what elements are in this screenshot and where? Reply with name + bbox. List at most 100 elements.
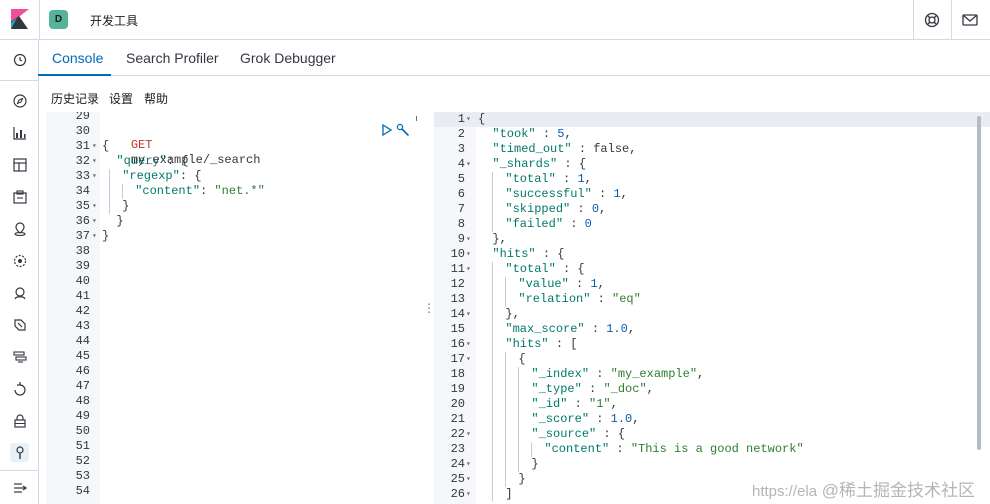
line-number: 33 [75,169,90,183]
response-scrollbar[interactable] [977,116,981,450]
help-icon[interactable] [923,11,941,29]
fold-toggle-icon[interactable]: ▾ [466,232,471,247]
line-number: 48 [75,394,90,408]
tab-console[interactable]: Console [52,50,103,66]
recent-clock-icon[interactable] [10,50,29,69]
page-title: 开发工具 [90,14,139,28]
line-number: 52 [75,454,90,468]
fold-toggle-icon[interactable]: ▾ [466,427,471,442]
menu-history[interactable]: 历史记录 [51,90,99,107]
response-code-line: ] [478,487,513,502]
request-code-line: } [102,199,129,214]
response-code-line: "value" : 1, [478,277,605,292]
security-lock-icon[interactable] [10,411,29,430]
line-number: 20 [450,397,465,411]
visualize-chart-icon[interactable] [10,123,29,142]
menu-help[interactable]: 帮助 [144,90,168,107]
line-number: 22 [450,427,465,441]
fold-toggle-icon[interactable]: ▾ [92,169,97,184]
run-request-play-icon[interactable] [382,124,392,136]
collapse-menu-icon[interactable] [10,478,29,497]
line-number: 45 [75,349,90,363]
response-code-line: }, [492,232,507,246]
canvas-icon[interactable] [10,187,29,206]
fold-toggle-icon[interactable]: ▾ [466,307,471,322]
line-number: 54 [75,484,90,498]
kibana-logo-icon[interactable] [11,9,29,29]
mail-icon[interactable] [961,11,979,29]
line-number: 53 [75,469,90,483]
line-number: 39 [75,259,90,273]
response-code-line: "_source" : { [478,427,625,442]
response-code-line: { [478,112,486,126]
line-number: 16 [450,337,465,351]
dashboard-icon[interactable] [10,155,29,174]
line-number: 37 [75,229,90,243]
line-number: 14 [450,307,465,321]
line-number: 3 [457,142,465,156]
response-code-line: "_index" : "my_example", [478,367,704,382]
response-code-line: "took" : 5, [492,127,572,141]
response-code-line: "timed_out" : false, [492,142,637,156]
line-number: 34 [75,184,90,198]
response-code-line: "total" : 1, [478,172,592,187]
logs-icon[interactable] [10,315,29,334]
response-code-line: "failed" : 0 [478,217,592,232]
line-number: 49 [75,409,90,423]
line-number: 35 [75,199,90,213]
line-number: 24 [450,457,465,471]
line-number: 40 [75,274,90,288]
response-code-line: } [478,472,526,487]
header-divider [39,0,40,40]
line-number: 13 [450,292,465,306]
line-number: 51 [75,439,90,453]
response-code-line: "content" : "This is a good network" [478,442,804,457]
fold-toggle-icon[interactable]: ▾ [92,199,97,214]
fold-toggle-icon[interactable]: ▾ [92,229,97,244]
tab-search-profiler[interactable]: Search Profiler [126,50,219,66]
fold-toggle-icon[interactable]: ▾ [466,337,471,352]
tab-grok-debugger[interactable]: Grok Debugger [240,50,336,66]
nav-divider [0,80,39,81]
fold-toggle-icon[interactable]: ▾ [466,157,471,172]
line-number: 47 [75,379,90,393]
pane-resizer-handle[interactable]: ⋮ [423,112,435,504]
response-code-line: "skipped" : 0, [478,202,606,217]
apm-icon[interactable] [10,347,29,366]
response-code-line: "total" : { [478,262,585,277]
fold-toggle-icon[interactable]: ▾ [466,247,471,262]
watermark: https://ela @稀土掘金技术社区 [752,481,976,500]
line-number: 41 [75,289,90,303]
line-number: 32 [75,154,90,168]
request-editor[interactable]: 29 30 31 ▾ 32 ▾ 33 ▾ 34 35 ▾ 36 ▾ 37 ▾ 38 39 40 41 42 43 44 45… [46,112,423,504]
line-number: 25 [450,472,465,486]
fold-toggle-icon[interactable]: ▾ [466,112,471,127]
fold-toggle-icon[interactable]: ▾ [466,487,471,502]
siem-icon[interactable] [10,283,29,302]
fold-toggle-icon[interactable]: ▾ [466,352,471,367]
line-number: 44 [75,334,90,348]
line-number: 10 [450,247,465,261]
ml-icon[interactable] [10,251,29,270]
fold-toggle-icon[interactable]: ▾ [466,457,471,472]
menu-settings[interactable]: 设置 [109,90,133,107]
line-number: 8 [457,217,465,231]
fold-toggle-icon[interactable]: ▾ [92,139,97,154]
editor-cursor-marker [416,116,417,121]
fold-toggle-icon[interactable]: ▾ [92,214,97,229]
side-navigation [0,40,39,504]
maps-icon[interactable] [10,219,29,238]
settings-wrench-icon[interactable] [396,123,410,137]
dev-tools-wrench-icon[interactable] [10,443,29,462]
active-line-highlight [434,112,990,127]
fold-toggle-icon[interactable]: ▾ [466,472,471,487]
response-code-line: "hits" : [ [478,337,577,352]
request-code-line: "content": "net.*" [102,184,265,199]
space-avatar[interactable]: D [49,10,68,29]
line-number: 7 [457,202,465,216]
response-code-line: "_shards" : { [492,157,587,171]
discover-compass-icon[interactable] [10,91,29,110]
fold-toggle-icon[interactable]: ▾ [92,154,97,169]
uptime-icon[interactable] [10,379,29,398]
fold-toggle-icon[interactable]: ▾ [466,262,471,277]
